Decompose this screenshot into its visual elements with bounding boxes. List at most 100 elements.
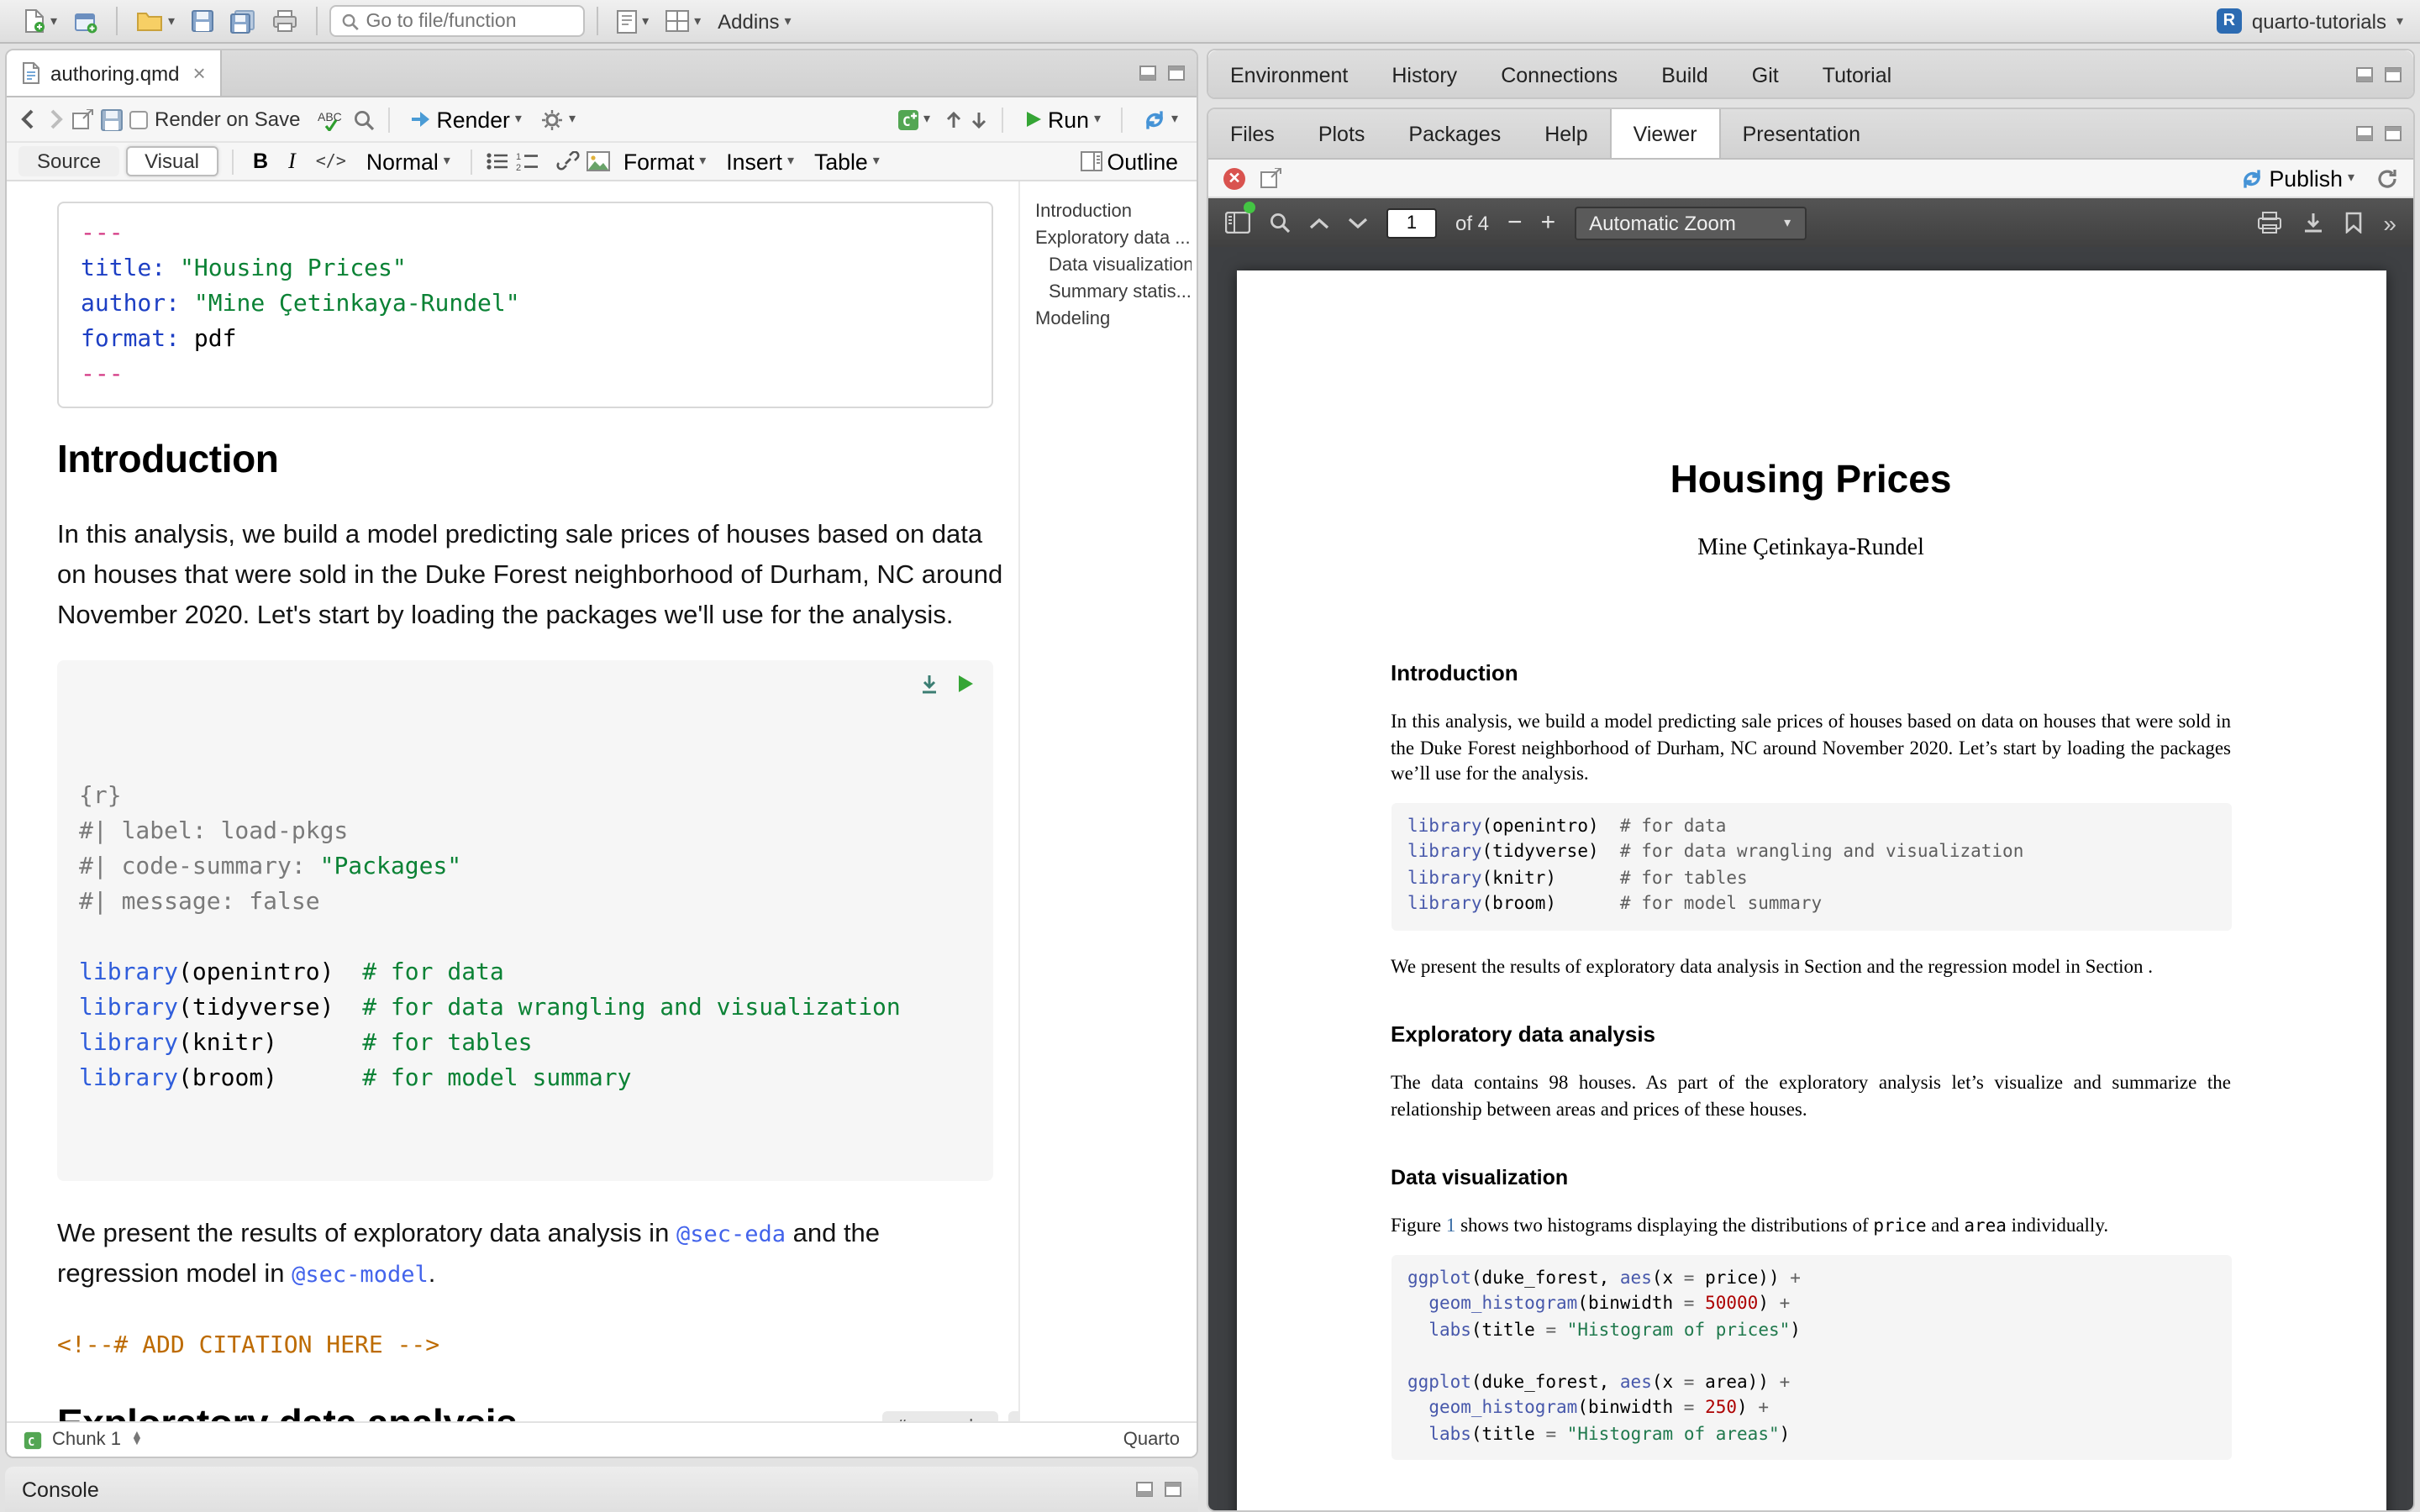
yaml-front-matter[interactable]: ---title: "Housing Prices"author: "Mine … bbox=[57, 202, 993, 408]
tab-history[interactable]: History bbox=[1370, 50, 1479, 99]
maximize-pane-icon[interactable] bbox=[2385, 126, 2402, 141]
bookmark-icon[interactable] bbox=[2344, 212, 2363, 234]
source-mode-button[interactable]: Source bbox=[18, 146, 119, 176]
print-button[interactable] bbox=[266, 7, 304, 35]
close-icon[interactable]: × bbox=[192, 60, 205, 86]
zoom-out-button[interactable]: − bbox=[1507, 210, 1523, 235]
minimize-pane-icon[interactable] bbox=[2356, 67, 2373, 82]
tab-viewer[interactable]: Viewer bbox=[1610, 109, 1721, 158]
zoom-in-button[interactable]: + bbox=[1541, 210, 1556, 235]
tab-help[interactable]: Help bbox=[1523, 109, 1609, 158]
open-file-button[interactable]: ▾ bbox=[129, 7, 182, 35]
goto-file-input[interactable] bbox=[366, 11, 574, 31]
pane-layout-button[interactable]: ▾ bbox=[659, 7, 708, 35]
run-chunks-above-icon[interactable] bbox=[919, 674, 939, 694]
paragraph-style-dropdown[interactable]: Normal ▾ bbox=[360, 145, 457, 177]
render-on-save-checkbox[interactable] bbox=[129, 110, 148, 129]
tab-packages[interactable]: Packages bbox=[1386, 109, 1523, 158]
minimize-pane-icon[interactable] bbox=[1136, 1482, 1153, 1497]
outline-toggle-button[interactable]: Outline bbox=[1074, 145, 1185, 177]
save-icon[interactable] bbox=[101, 108, 123, 130]
tab-connections[interactable]: Connections bbox=[1479, 50, 1639, 99]
goto-file-search[interactable] bbox=[329, 5, 585, 37]
minimize-pane-icon[interactable] bbox=[2356, 126, 2373, 141]
insert-chunk-button[interactable]: C ▾ bbox=[890, 105, 937, 134]
table-menu[interactable]: Table ▾ bbox=[808, 145, 886, 177]
maximize-pane-icon[interactable] bbox=[1168, 66, 1185, 81]
go-next-chunk-icon[interactable] bbox=[969, 110, 987, 129]
maximize-pane-icon[interactable] bbox=[2385, 67, 2402, 82]
project-menu[interactable]: R quarto-tutorials ▾ bbox=[2217, 8, 2403, 34]
tab-environment[interactable]: Environment bbox=[1208, 50, 1370, 99]
code-token[interactable]: @sec-model bbox=[292, 1262, 429, 1289]
tab-files[interactable]: Files bbox=[1208, 109, 1297, 158]
outline-item-summary-statistics[interactable]: Summary statis... bbox=[1035, 279, 1192, 306]
sidebar-toggle-icon[interactable] bbox=[1225, 212, 1250, 234]
page-number-input[interactable] bbox=[1386, 207, 1437, 238]
image-icon[interactable] bbox=[587, 151, 610, 171]
save-all-button[interactable] bbox=[224, 6, 262, 36]
section-menu-button[interactable]: ··· bbox=[1008, 1411, 1018, 1421]
format-menu[interactable]: Format ▾ bbox=[617, 145, 713, 177]
tab-git[interactable]: Git bbox=[1730, 50, 1801, 99]
save-button[interactable] bbox=[185, 7, 220, 35]
publish-button[interactable]: Publish ▾ bbox=[2234, 162, 2361, 194]
tab-plots[interactable]: Plots bbox=[1297, 109, 1387, 158]
forward-icon[interactable] bbox=[45, 109, 66, 129]
svg-text:2: 2 bbox=[516, 163, 521, 171]
tab-build[interactable]: Build bbox=[1639, 50, 1730, 99]
outline-item-eda[interactable]: Exploratory data ... bbox=[1035, 225, 1192, 252]
numbered-list-icon[interactable]: 12 bbox=[516, 151, 539, 171]
pdf-print-icon[interactable] bbox=[2257, 212, 2282, 234]
publish-icon bbox=[2241, 167, 2265, 189]
addins-menu[interactable]: Addins ▾ bbox=[711, 6, 797, 36]
clear-viewer-button[interactable]: ✕ bbox=[1223, 167, 1245, 189]
outline-item-modeling[interactable]: Modeling bbox=[1035, 306, 1192, 333]
code-chunk-load-pkgs[interactable]: {r}#| label: load-pkgs#| code-summary: "… bbox=[57, 660, 993, 1181]
code-token[interactable]: 1 bbox=[1446, 1216, 1456, 1236]
minimize-pane-icon[interactable] bbox=[1139, 66, 1156, 81]
go-previous-chunk-icon[interactable] bbox=[944, 110, 962, 129]
source-publish-button[interactable]: ▾ bbox=[1136, 105, 1185, 134]
chunk-stepper[interactable]: ▲▼ bbox=[131, 1433, 143, 1446]
tab-authoring-qmd[interactable]: authoring.qmd × bbox=[7, 50, 223, 96]
insert-menu[interactable]: Insert ▾ bbox=[719, 145, 801, 177]
next-page-icon[interactable] bbox=[1348, 216, 1368, 229]
search-icon[interactable] bbox=[352, 108, 374, 130]
spellcheck-icon[interactable]: ABC bbox=[317, 108, 345, 130]
refresh-icon[interactable] bbox=[2376, 167, 2398, 189]
zoom-select[interactable]: Automatic Zoom ▾ bbox=[1574, 206, 1806, 239]
tab-tutorial[interactable]: Tutorial bbox=[1801, 50, 1913, 99]
render-button[interactable]: Render ▾ bbox=[402, 103, 528, 135]
code-line: format: pdf bbox=[81, 323, 970, 358]
render-settings-button[interactable]: ▾ bbox=[535, 105, 582, 134]
outline-item-data-visualization[interactable]: Data visualization bbox=[1035, 252, 1192, 279]
visual-editor[interactable]: ---title: "Housing Prices"author: "Mine … bbox=[7, 181, 1018, 1421]
previous-page-icon[interactable] bbox=[1309, 216, 1329, 229]
pdf-toolbar: of 4 − + Automatic Zoom ▾ » bbox=[1208, 198, 2413, 247]
new-project-button[interactable] bbox=[67, 6, 104, 36]
back-icon[interactable] bbox=[18, 109, 39, 129]
run-button[interactable]: Run ▾ bbox=[1016, 103, 1107, 135]
pdf-viewport[interactable]: Housing Prices Mine Çetinkaya-Rundel Int… bbox=[1208, 247, 2413, 1510]
download-icon[interactable] bbox=[2302, 212, 2324, 234]
pdf-search-icon[interactable] bbox=[1269, 212, 1291, 234]
link-icon[interactable] bbox=[556, 151, 580, 171]
code-format-button[interactable]: </> bbox=[309, 149, 353, 174]
bold-button[interactable]: B bbox=[246, 146, 275, 176]
outline-item-introduction[interactable]: Introduction bbox=[1035, 198, 1192, 225]
run-chunk-icon[interactable] bbox=[956, 674, 975, 694]
compile-report-button[interactable]: ▾ bbox=[610, 6, 655, 36]
maximize-pane-icon[interactable] bbox=[1165, 1482, 1181, 1497]
code-token[interactable]: @sec-eda bbox=[676, 1221, 786, 1248]
document-type-label[interactable]: Quarto bbox=[1123, 1430, 1180, 1450]
popout-icon[interactable] bbox=[72, 109, 94, 129]
italic-button[interactable]: I bbox=[281, 144, 302, 178]
more-tools-button[interactable]: » bbox=[2383, 209, 2396, 236]
chunk-position-label[interactable]: Chunk 1 bbox=[52, 1430, 121, 1450]
visual-mode-button[interactable]: Visual bbox=[126, 146, 218, 176]
bullet-list-icon[interactable] bbox=[486, 151, 509, 171]
new-file-button[interactable]: ▾ bbox=[17, 5, 64, 37]
viewer-popout-icon[interactable] bbox=[1260, 168, 1282, 188]
tab-presentation[interactable]: Presentation bbox=[1721, 109, 1882, 158]
